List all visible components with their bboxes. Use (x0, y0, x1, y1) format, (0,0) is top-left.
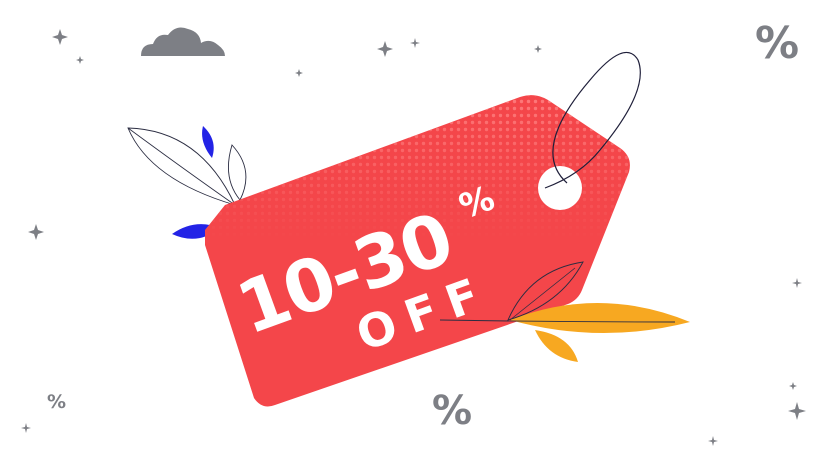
percent-icon: % (755, 18, 799, 69)
cloud-icon (141, 27, 225, 56)
banner-illustration: % % % 10-30 % OFF (21, 18, 806, 446)
percent-icon: % (47, 391, 66, 413)
percent-icon: % (432, 388, 472, 434)
sale-banner: % % % 10-30 % OFF (0, 0, 820, 460)
